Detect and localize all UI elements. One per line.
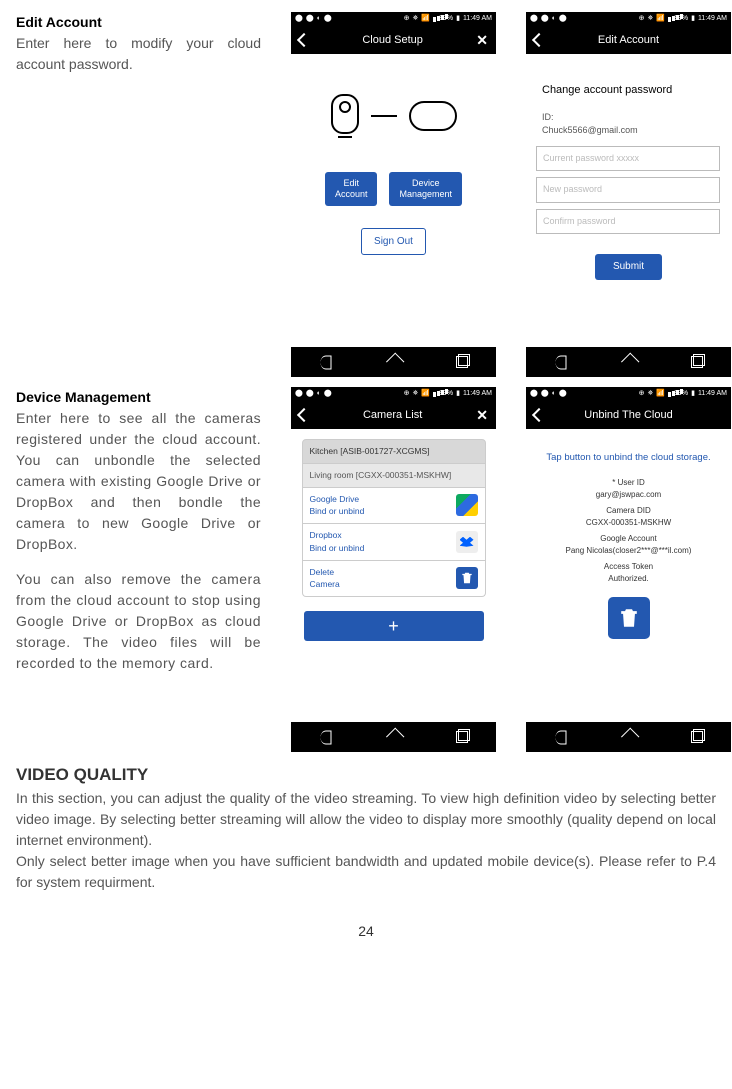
edit-account-body: Enter here to modify your cloud account … (16, 33, 261, 75)
add-camera-button[interactable]: + (304, 611, 484, 641)
unbind-button[interactable] (608, 597, 650, 639)
signal-icon (668, 17, 671, 22)
nav-home-icon[interactable] (623, 356, 636, 369)
nav-recent-icon[interactable] (456, 731, 468, 743)
screen-title: Edit Account (544, 32, 713, 49)
unbind-google-label: Google Account (600, 533, 656, 545)
confirm-password-input[interactable]: Confirm password (536, 209, 720, 235)
delete-camera-button[interactable]: Delete Camera (302, 561, 486, 598)
google-drive-icon (456, 494, 478, 516)
btn-line: Management (399, 189, 452, 199)
unbind-instruction: Tap button to unbind the cloud storage. (546, 451, 710, 465)
trash-icon (456, 567, 478, 589)
btn-line: Edit (343, 178, 359, 188)
phone-unbind-cloud: ⬤⬤◐⬤ ⊕✵📶 89%▮ 11:49 AM Unbind The Cloud … (526, 387, 731, 752)
action-line: Dropbox (310, 530, 342, 540)
status-bar: ⬤⬤◐⬤ ⊕✵📶 89%▮ 11:49 AM (291, 12, 496, 26)
battery-text: 89% (674, 14, 688, 25)
video-quality-heading: VIDEO QUALITY (16, 762, 716, 788)
action-line: Bind or unbind (310, 506, 365, 516)
new-password-input[interactable]: New password (536, 177, 720, 203)
dropbox-icon (456, 531, 478, 553)
close-icon[interactable]: ✕ (476, 405, 488, 426)
nav-recent-icon[interactable] (691, 731, 703, 743)
camera-row-kitchen[interactable]: Kitchen [ASIB-001727-XCGMS] (302, 439, 486, 464)
unbind-google-value: Pang Nicolas(closer2***@***il.com) (566, 545, 692, 557)
signal-icon (668, 392, 671, 397)
edit-account-button[interactable]: Edit Account (325, 172, 378, 206)
video-quality-body-1: In this section, you can adjust the qual… (16, 788, 716, 851)
cloud-icon (409, 101, 457, 131)
unbind-token-value: Authorized. (608, 573, 648, 585)
device-management-body-2: You can also remove the camera from the … (16, 569, 261, 674)
time-text: 11:49 AM (463, 14, 492, 25)
phone-camera-list: ⬤⬤◐⬤ ⊕✵📶 89%▮ 11:49 AM Camera List ✕ Kit… (291, 387, 496, 752)
nav-home-icon[interactable] (388, 731, 401, 744)
nav-back-icon[interactable] (320, 730, 331, 744)
change-password-heading: Change account password (542, 82, 721, 99)
action-line: Camera (310, 579, 340, 589)
phone-edit-account: ⬤⬤◐⬤ ⊕✵📶 89%▮ 11:49 AM Edit Account Chan… (526, 12, 731, 377)
nav-recent-icon[interactable] (456, 356, 468, 368)
action-line: Bind or unbind (310, 543, 365, 553)
nav-back-icon[interactable] (320, 355, 331, 369)
unbind-token-label: Access Token (604, 561, 653, 573)
signal-icon (433, 17, 436, 22)
sign-out-button[interactable]: Sign Out (361, 228, 426, 255)
close-icon[interactable]: ✕ (476, 30, 488, 51)
nav-home-icon[interactable] (388, 356, 401, 369)
btn-line: Account (335, 189, 368, 199)
device-management-heading: Device Management (16, 387, 261, 408)
phone-cloud-setup: ⬤⬤◐⬤ ⊕✵📶 89%▮ 11:49 AM Cloud Setup ✕ (291, 12, 496, 377)
screen-title: Unbind The Cloud (544, 407, 713, 424)
nav-recent-icon[interactable] (691, 356, 703, 368)
id-label: ID: (542, 112, 554, 122)
btn-line: Device (412, 178, 440, 188)
battery-text: 89% (439, 14, 453, 25)
nav-home-icon[interactable] (623, 731, 636, 744)
device-management-button[interactable]: Device Management (389, 172, 462, 206)
battery-text: 89% (674, 389, 688, 400)
unbind-userid-label: * User ID (612, 477, 644, 489)
action-line: Google Drive (310, 494, 360, 504)
device-management-body-1: Enter here to see all the cameras regist… (16, 408, 261, 555)
link-dash-icon (371, 115, 397, 117)
unbind-did-value: CGXX-000351-MSKHW (586, 517, 671, 529)
unbind-userid-value: gary@jswpac.com (596, 489, 661, 501)
camera-icon (331, 94, 359, 134)
camera-row-living-room[interactable]: Living room [CGXX-000351-MSKHW] (302, 464, 486, 488)
screen-title: Cloud Setup (309, 32, 476, 49)
nav-back-icon[interactable] (555, 730, 566, 744)
status-bar: ⬤⬤◐⬤ ⊕✵📶 89%▮ 11:49 AM (291, 387, 496, 401)
page-number: 24 (16, 921, 716, 942)
video-quality-body-2: Only select better image when you have s… (16, 851, 716, 893)
screen-title: Camera List (309, 407, 476, 424)
dropbox-bind-button[interactable]: Dropbox Bind or unbind (302, 524, 486, 561)
edit-account-heading: Edit Account (16, 12, 261, 33)
status-bar: ⬤⬤◐⬤ ⊕✵📶 89%▮ 11:49 AM (526, 12, 731, 26)
time-text: 11:49 AM (463, 389, 492, 400)
status-bar: ⬤⬤◐⬤ ⊕✵📶 89%▮ 11:49 AM (526, 387, 731, 401)
signal-icon (433, 392, 436, 397)
unbind-did-label: Camera DID (606, 505, 650, 517)
submit-button[interactable]: Submit (595, 254, 662, 280)
battery-text: 89% (439, 389, 453, 400)
id-value: Chuck5566@gmail.com (542, 125, 638, 135)
action-line: Delete (310, 567, 335, 577)
time-text: 11:49 AM (698, 14, 727, 25)
google-drive-bind-button[interactable]: Google Drive Bind or unbind (302, 488, 486, 525)
nav-back-icon[interactable] (555, 355, 566, 369)
current-password-input[interactable]: Current password xxxxx (536, 146, 720, 172)
time-text: 11:49 AM (698, 389, 727, 400)
